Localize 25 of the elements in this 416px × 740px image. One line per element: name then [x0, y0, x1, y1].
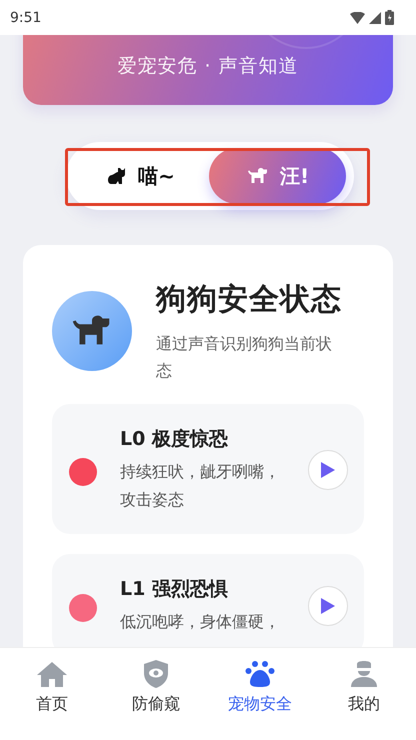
pet-tab[interactable]: 汪!	[209, 148, 346, 204]
level-title: L0 极度惊恐	[120, 427, 229, 452]
wifi-icon	[350, 12, 365, 24]
tab-item[interactable]: 防偷窥	[104, 648, 208, 740]
person-icon	[350, 660, 378, 688]
level-description: 持续狂吠，龇牙咧嘴，攻击姿态	[120, 461, 281, 511]
shield-eye-icon	[143, 659, 169, 689]
card-title: 狗狗安全状态	[156, 281, 343, 319]
tab-item[interactable]: 我的	[312, 648, 416, 740]
play-icon	[321, 598, 335, 614]
pet-tab[interactable]: 喵~	[72, 148, 209, 204]
paw-icon	[245, 660, 275, 688]
card-subtitle: 通过声音识别狗狗当前状态	[156, 333, 333, 382]
level-title: L1 强烈恐惧	[120, 577, 229, 602]
level-description: 低沉咆哮，身体僵硬，	[120, 611, 281, 633]
signal-icon	[369, 12, 381, 24]
status-time: 9:51	[10, 10, 42, 26]
play-icon	[321, 462, 335, 478]
home-icon	[36, 660, 68, 688]
tab-item[interactable]: 首页	[0, 648, 104, 740]
tab-item[interactable]: 宠物安全	[208, 648, 312, 740]
battery-icon	[385, 10, 394, 25]
banner-slogan: 爱宠安危 · 声音知道	[117, 54, 299, 79]
play-button[interactable]	[308, 450, 348, 490]
play-button[interactable]	[308, 586, 348, 626]
